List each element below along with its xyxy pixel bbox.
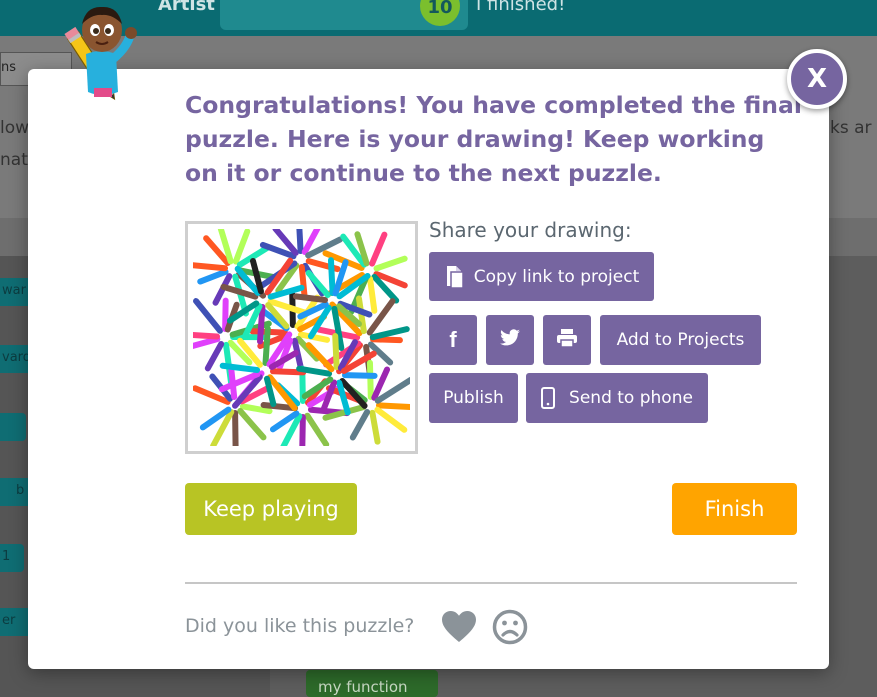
drawing-stroke bbox=[304, 412, 330, 446]
close-icon: X bbox=[806, 64, 828, 94]
copy-icon bbox=[444, 265, 466, 289]
drawing-stroke bbox=[193, 262, 229, 272]
drawing-stroke bbox=[373, 255, 408, 272]
drawing-stroke bbox=[204, 341, 225, 372]
phone-icon bbox=[541, 387, 556, 409]
drawing-stroke bbox=[332, 333, 340, 371]
drawing-stroke bbox=[369, 231, 388, 267]
drawing-stroke bbox=[369, 409, 381, 445]
twitter-icon bbox=[499, 328, 521, 352]
print-button[interactable] bbox=[543, 315, 591, 365]
print-icon bbox=[556, 328, 578, 353]
drawing-stroke bbox=[299, 413, 306, 446]
drawing-stroke bbox=[367, 275, 378, 314]
finish-button[interactable]: Finish bbox=[672, 483, 797, 535]
divider bbox=[185, 582, 797, 584]
dialog-title: Congratulations! You have completed the … bbox=[185, 91, 802, 187]
drawing-stroke bbox=[341, 372, 378, 379]
drawing-stroke bbox=[257, 303, 266, 345]
sad-face-icon[interactable] bbox=[492, 609, 528, 645]
facebook-share-button[interactable]: f bbox=[429, 315, 477, 365]
drawing-image bbox=[193, 229, 410, 446]
drawing-stroke bbox=[374, 406, 408, 433]
publish-button[interactable]: Publish bbox=[429, 373, 518, 423]
drawing-stroke bbox=[298, 263, 308, 301]
background-text: ks ar bbox=[830, 118, 872, 138]
background-function-block: my function bbox=[306, 670, 438, 697]
drawing-stroke bbox=[369, 326, 410, 341]
twitter-share-button[interactable] bbox=[486, 315, 534, 365]
drawing-stroke bbox=[349, 408, 371, 441]
drawing-stroke bbox=[375, 402, 410, 410]
background-block: 1 bbox=[0, 544, 24, 572]
drawing-stroke bbox=[369, 336, 403, 344]
drawing-stroke bbox=[232, 409, 239, 446]
feedback-label: Did you like this puzzle? bbox=[185, 615, 415, 637]
drawing-stroke bbox=[262, 325, 271, 367]
keep-playing-button[interactable]: Keep playing bbox=[185, 483, 357, 535]
drawing-stroke bbox=[232, 229, 251, 265]
drawing-stroke bbox=[327, 257, 336, 297]
drawing-stroke bbox=[366, 359, 374, 401]
artist-mascot bbox=[56, 2, 146, 118]
drawing-thumbnail bbox=[185, 221, 418, 454]
background-text: nat bbox=[0, 150, 28, 170]
send-to-phone-button[interactable]: Send to phone bbox=[526, 373, 708, 423]
completion-dialog: Congratulations! You have completed the … bbox=[28, 69, 829, 669]
share-label: Share your drawing: bbox=[429, 218, 632, 242]
drawing-stroke bbox=[193, 332, 221, 340]
close-button[interactable]: X bbox=[787, 49, 847, 109]
facebook-icon: f bbox=[449, 327, 457, 352]
drawing-stroke bbox=[219, 362, 261, 374]
drawing-stroke bbox=[197, 268, 229, 285]
background-artist-label: Artist bbox=[158, 0, 215, 15]
background-text: low bbox=[0, 118, 30, 138]
copy-link-button[interactable]: Copy link to project bbox=[429, 252, 654, 301]
heart-icon[interactable] bbox=[441, 610, 477, 644]
drawing-stroke bbox=[292, 293, 329, 304]
add-to-projects-button[interactable]: Add to Projects bbox=[600, 315, 761, 365]
background-finished-text: I finished! bbox=[476, 0, 566, 15]
drawing-stroke bbox=[296, 229, 304, 255]
drawing-stroke bbox=[193, 336, 221, 349]
drawing-stroke bbox=[237, 408, 267, 441]
drawing-stroke bbox=[222, 297, 229, 333]
background-block bbox=[0, 413, 26, 441]
